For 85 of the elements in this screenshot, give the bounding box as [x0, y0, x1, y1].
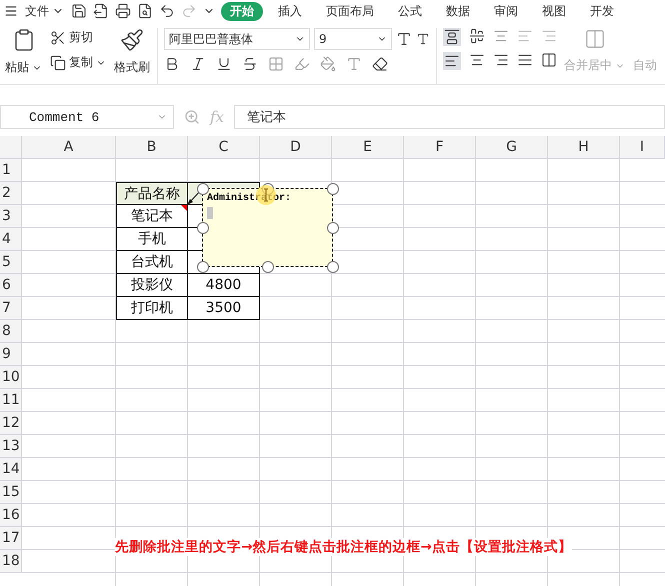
preview-icon[interactable]	[137, 3, 153, 19]
distribute-icon[interactable]	[541, 52, 557, 68]
table-cell: 投影仪	[116, 274, 188, 297]
row-header[interactable]: 12	[0, 412, 22, 435]
font-name-field[interactable]: 阿里巴巴普惠体	[164, 28, 310, 50]
save-icon[interactable]	[71, 3, 87, 19]
text-cursor-icon	[207, 207, 213, 219]
export-icon[interactable]	[93, 3, 109, 19]
column-header[interactable]: H	[548, 136, 620, 159]
row-header[interactable]: 16	[0, 504, 22, 527]
row-header[interactable]: 10	[0, 366, 22, 389]
column-header[interactable]: F	[404, 136, 476, 159]
paste-button[interactable]: 粘贴	[4, 58, 43, 77]
align-right-icon[interactable]	[493, 52, 509, 68]
row-header[interactable]: 18	[0, 550, 22, 573]
resize-handle[interactable]	[262, 261, 274, 273]
highlighter-icon[interactable]	[294, 56, 310, 72]
resize-handle[interactable]	[327, 183, 339, 195]
row-header[interactable]: 17	[0, 527, 22, 550]
cut-button[interactable]: 剪切	[49, 28, 94, 47]
table-cell: 手机	[116, 228, 188, 251]
table-cell: 产品名称	[116, 182, 188, 205]
name-box[interactable]: Comment 6	[0, 105, 174, 129]
ribbon-tab[interactable]: 视图	[533, 2, 575, 20]
copy-icon	[50, 54, 66, 70]
row-header[interactable]: 11	[0, 389, 22, 412]
row-header[interactable]: 1	[0, 159, 22, 182]
menu-icon[interactable]	[4, 4, 18, 18]
table-cell: 打印机	[116, 297, 188, 320]
table-cell: 4800	[188, 274, 260, 297]
justify-icon[interactable]	[517, 52, 533, 68]
align-middle-icon[interactable]	[469, 28, 485, 44]
row-header[interactable]: 13	[0, 435, 22, 458]
align-top-button[interactable]	[443, 28, 461, 46]
font-size-field[interactable]: 9	[314, 28, 392, 50]
eraser-icon[interactable]	[372, 56, 388, 72]
row-header[interactable]: 15	[0, 481, 22, 504]
printer-icon[interactable]	[115, 3, 131, 19]
formula-field[interactable]: 笔记本	[234, 105, 665, 129]
format-painter-button[interactable]: 格式刷	[113, 58, 151, 77]
column-header[interactable]: E	[332, 136, 404, 159]
align-left-button[interactable]	[443, 52, 461, 70]
instruction-caption: 先删除批注里的文字→然后右键点击批注框的边框→点击【设置批注格式】	[115, 538, 572, 556]
resize-handle[interactable]	[327, 222, 339, 234]
undo-icon[interactable]	[159, 3, 175, 19]
strikethrough-icon[interactable]	[242, 56, 258, 72]
underline-icon[interactable]	[216, 56, 232, 72]
row-header[interactable]: 9	[0, 343, 22, 366]
italic-icon[interactable]	[190, 56, 206, 72]
column-header[interactable]: B	[116, 136, 188, 159]
row-header[interactable]: 6	[0, 274, 22, 297]
border-icon[interactable]	[268, 56, 284, 72]
row-header[interactable]: 7	[0, 297, 22, 320]
column-header[interactable]: D	[260, 136, 332, 159]
ribbon-tab[interactable]: 公式	[389, 2, 431, 20]
resize-handle[interactable]	[327, 261, 339, 273]
row-header[interactable]: 5	[0, 251, 22, 274]
grow-font-icon[interactable]	[396, 31, 412, 47]
fx-label: fx	[210, 108, 224, 126]
ribbon-tab[interactable]: 数据	[437, 2, 479, 20]
ribbon-tab[interactable]: 审阅	[485, 2, 527, 20]
align-center-icon[interactable]	[469, 52, 485, 68]
file-menu[interactable]: 文件	[24, 2, 65, 20]
column-header[interactable]: A	[22, 136, 116, 159]
table-cell: 台式机	[116, 251, 188, 274]
shrink-font-icon[interactable]	[416, 32, 430, 46]
row-header[interactable]: 8	[0, 320, 22, 343]
font-color-icon[interactable]	[346, 56, 362, 72]
copy-button[interactable]: 复制	[49, 53, 107, 72]
column-header[interactable]: I	[620, 136, 665, 159]
scissors-icon	[50, 30, 66, 46]
row-header[interactable]: 3	[0, 205, 22, 228]
fill-color-icon[interactable]	[320, 56, 336, 72]
ribbon-tab[interactable]: 插入	[269, 2, 311, 20]
ribbon-tab[interactable]: 页面布局	[317, 2, 383, 20]
row-header[interactable]: 2	[0, 182, 22, 205]
column-header[interactable]: G	[476, 136, 548, 159]
ribbon-tab[interactable]: 开发	[581, 2, 623, 20]
align-bottom-icon[interactable]	[493, 28, 509, 44]
table-cell: 笔记本	[116, 205, 188, 228]
row-header[interactable]: 14	[0, 458, 22, 481]
row-header[interactable]: 4	[0, 228, 22, 251]
table-cell: 3500	[188, 297, 260, 320]
brush-icon[interactable]	[120, 28, 144, 52]
column-header[interactable]: C	[188, 136, 260, 159]
